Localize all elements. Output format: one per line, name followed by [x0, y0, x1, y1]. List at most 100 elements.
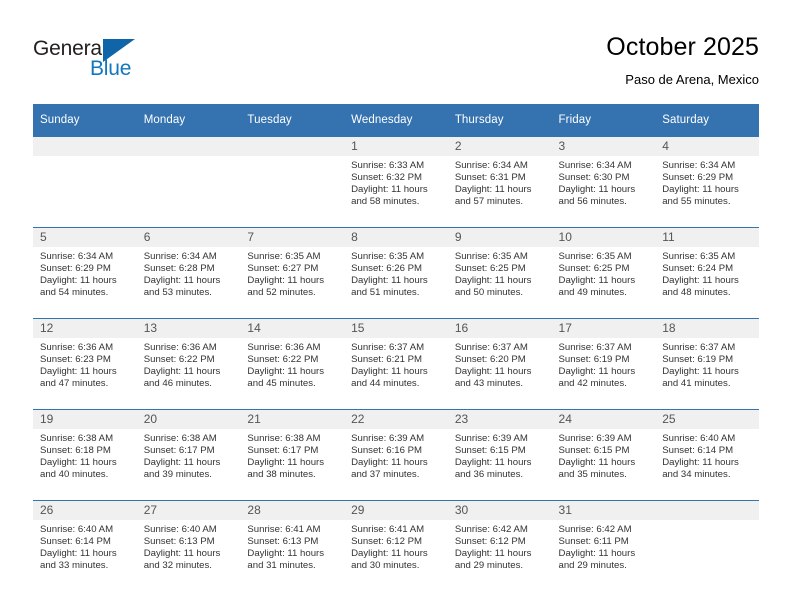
weekday-header-saturday: Saturday [655, 104, 759, 137]
daylight-text-line1: Daylight: 11 hours [454, 456, 532, 468]
sunrise-text: Sunrise: 6:37 AM [662, 342, 736, 353]
calendar-day-cell[interactable]: 22 Sunrise: 6:39 AM Sunset: 6:16 PM Dayligh… [344, 409, 448, 501]
day-cell-inner: 23 Sunrise: 6:39 AM Sunset: 6:15 PM Dayligh… [447, 410, 552, 500]
day-cell-inner: 21 Sunrise: 6:38 AM Sunset: 6:17 PM Dayligh… [240, 410, 345, 500]
daylight-text-line2: and 37 minutes. [351, 468, 420, 480]
calendar-day-cell[interactable]: 7 Sunrise: 6:35 AM Sunset: 6:27 PM Daylight… [240, 227, 345, 319]
daylight-text-line1: Daylight: 11 hours [558, 547, 636, 559]
daylight-text-line1: Daylight: 11 hours [351, 547, 428, 559]
sunset-text: Sunset: 6:14 PM [662, 444, 734, 456]
day-cell-details: Sunrise: 6:34 AM Sunset: 6:28 PM Daylight:… [137, 247, 241, 299]
calendar-day-cell[interactable]: 6 Sunrise: 6:34 AM Sunset: 6:28 PM Daylight… [136, 227, 241, 319]
day-cell-details: Sunrise: 6:41 AM Sunset: 6:12 PM Daylight:… [344, 520, 448, 572]
calendar-day-cell[interactable]: 24 Sunrise: 6:39 AM Sunset: 6:15 PM Dayligh… [551, 409, 656, 501]
weekday-header-wednesday: Wednesday [344, 104, 448, 137]
daylight-text-line1: Daylight: 11 hours [40, 365, 117, 377]
day-number: 4 [655, 137, 759, 156]
calendar-day-cell[interactable]: 17 Sunrise: 6:37 AM Sunset: 6:19 PM Dayligh… [551, 318, 656, 410]
calendar-day-cell[interactable]: 21 Sunrise: 6:38 AM Sunset: 6:17 PM Dayligh… [240, 409, 345, 501]
calendar-week-row: 12 Sunrise: 6:36 AM Sunset: 6:23 PM Dayligh… [33, 318, 759, 410]
daylight-text-line2: and 39 minutes. [143, 468, 212, 480]
weekday-header-thursday: Thursday [447, 104, 552, 137]
day-cell-details: Sunrise: 6:39 AM Sunset: 6:16 PM Daylight:… [344, 429, 448, 481]
sunset-text: Sunset: 6:31 PM [454, 171, 526, 183]
day-number: 23 [447, 410, 552, 429]
calendar-day-cell[interactable]: 18 Sunrise: 6:37 AM Sunset: 6:19 PM Dayligh… [655, 318, 759, 410]
calendar-day-cell[interactable]: 14 Sunrise: 6:36 AM Sunset: 6:22 PM Dayligh… [240, 318, 345, 410]
calendar-day-cell[interactable]: 29 Sunrise: 6:41 AM Sunset: 6:12 PM Dayligh… [344, 500, 448, 591]
calendar-day-cell[interactable]: 30 Sunrise: 6:42 AM Sunset: 6:12 PM Dayligh… [447, 500, 552, 591]
day-cell-inner: 10 Sunrise: 6:35 AM Sunset: 6:25 PM Dayligh… [551, 228, 656, 318]
day-cell-inner: 31 Sunrise: 6:42 AM Sunset: 6:11 PM Dayligh… [551, 501, 656, 591]
daylight-text-line2: and 38 minutes. [247, 468, 316, 480]
calendar-day-cell[interactable]: 4 Sunrise: 6:34 AM Sunset: 6:29 PM Daylight… [655, 136, 759, 228]
generalblue-logo[interactable]: General Blue [33, 36, 163, 84]
sunset-text: Sunset: 6:16 PM [351, 444, 423, 456]
day-cell-inner [655, 501, 759, 591]
sunrise-text: Sunrise: 6:34 AM [558, 160, 632, 171]
day-cell-inner: 13 Sunrise: 6:36 AM Sunset: 6:22 PM Dayligh… [136, 319, 241, 409]
daylight-text-line2: and 29 minutes. [558, 559, 627, 571]
day-cell-details: Sunrise: 6:37 AM Sunset: 6:19 PM Daylight:… [552, 338, 656, 390]
calendar-day-cell[interactable]: 5 Sunrise: 6:34 AM Sunset: 6:29 PM Daylight… [33, 227, 137, 319]
day-cell-details: Sunrise: 6:41 AM Sunset: 6:13 PM Daylight:… [240, 520, 344, 572]
calendar-day-cell[interactable]: 16 Sunrise: 6:37 AM Sunset: 6:20 PM Dayligh… [447, 318, 552, 410]
daylight-text-line2: and 30 minutes. [351, 559, 420, 571]
day-cell-inner: 22 Sunrise: 6:39 AM Sunset: 6:16 PM Dayligh… [344, 410, 448, 500]
calendar-day-cell[interactable]: 11 Sunrise: 6:35 AM Sunset: 6:24 PM Dayligh… [655, 227, 759, 319]
sunrise-text: Sunrise: 6:35 AM [558, 251, 632, 262]
daylight-text-line2: and 40 minutes. [40, 468, 109, 480]
calendar-day-cell[interactable]: 15 Sunrise: 6:37 AM Sunset: 6:21 PM Dayligh… [344, 318, 448, 410]
daylight-text-line1: Daylight: 11 hours [351, 456, 428, 468]
day-cell-inner: 25 Sunrise: 6:40 AM Sunset: 6:14 PM Dayligh… [655, 410, 759, 500]
sunrise-text: Sunrise: 6:40 AM [662, 433, 736, 444]
calendar-day-cell[interactable]: 8 Sunrise: 6:35 AM Sunset: 6:26 PM Daylight… [344, 227, 448, 319]
calendar-day-cell[interactable]: 13 Sunrise: 6:36 AM Sunset: 6:22 PM Dayligh… [136, 318, 241, 410]
daylight-text-line1: Daylight: 11 hours [454, 365, 532, 377]
daylight-text-line1: Daylight: 11 hours [143, 274, 221, 286]
calendar-day-cell[interactable]: 10 Sunrise: 6:35 AM Sunset: 6:25 PM Dayligh… [551, 227, 656, 319]
day-cell-inner: 11 Sunrise: 6:35 AM Sunset: 6:24 PM Dayligh… [655, 228, 759, 318]
sunrise-text: Sunrise: 6:39 AM [558, 433, 632, 444]
calendar-day-cell[interactable]: 31 Sunrise: 6:42 AM Sunset: 6:11 PM Dayligh… [551, 500, 656, 591]
calendar-day-cell[interactable]: 20 Sunrise: 6:38 AM Sunset: 6:17 PM Dayligh… [136, 409, 241, 501]
calendar-day-cell[interactable]: 25 Sunrise: 6:40 AM Sunset: 6:14 PM Dayligh… [655, 409, 759, 501]
day-number: 22 [344, 410, 448, 429]
sunset-text: Sunset: 6:26 PM [351, 262, 423, 274]
calendar-day-cell[interactable]: 2 Sunrise: 6:34 AM Sunset: 6:31 PM Daylight… [447, 136, 552, 228]
day-cell-inner: 16 Sunrise: 6:37 AM Sunset: 6:20 PM Dayligh… [447, 319, 552, 409]
calendar-day-cell[interactable]: 19 Sunrise: 6:38 AM Sunset: 6:18 PM Dayligh… [33, 409, 137, 501]
day-cell-inner: 9 Sunrise: 6:35 AM Sunset: 6:25 PM Daylight… [447, 228, 552, 318]
daylight-text-line2: and 43 minutes. [454, 377, 524, 389]
daylight-text-line2: and 33 minutes. [40, 559, 109, 571]
day-number: 29 [344, 501, 448, 520]
calendar-day-cell[interactable]: 26 Sunrise: 6:40 AM Sunset: 6:14 PM Dayligh… [33, 500, 137, 591]
daylight-text-line1: Daylight: 11 hours [143, 456, 221, 468]
day-cell-details: Sunrise: 6:36 AM Sunset: 6:23 PM Daylight:… [33, 338, 137, 390]
calendar-day-cell[interactable]: 27 Sunrise: 6:40 AM Sunset: 6:13 PM Dayligh… [136, 500, 241, 591]
daylight-text-line2: and 44 minutes. [351, 377, 420, 389]
day-cell-inner: 15 Sunrise: 6:37 AM Sunset: 6:21 PM Dayligh… [344, 319, 448, 409]
sunrise-text: Sunrise: 6:35 AM [662, 251, 736, 262]
calendar-day-cell[interactable]: 3 Sunrise: 6:34 AM Sunset: 6:30 PM Daylight… [551, 136, 656, 228]
day-cell-inner [33, 137, 137, 227]
daylight-text-line2: and 32 minutes. [143, 559, 212, 571]
day-number: 27 [136, 501, 241, 520]
day-number [655, 501, 759, 520]
day-cell-details: Sunrise: 6:37 AM Sunset: 6:21 PM Daylight:… [344, 338, 448, 390]
calendar-day-cell[interactable]: 28 Sunrise: 6:41 AM Sunset: 6:13 PM Dayligh… [240, 500, 345, 591]
calendar-day-cell[interactable]: 1 Sunrise: 6:33 AM Sunset: 6:32 PM Daylight… [344, 136, 448, 228]
calendar-day-cell[interactable]: 12 Sunrise: 6:36 AM Sunset: 6:23 PM Dayligh… [33, 318, 137, 410]
daylight-text-line1: Daylight: 11 hours [351, 274, 428, 286]
day-number: 19 [33, 410, 137, 429]
daylight-text-line1: Daylight: 11 hours [558, 456, 636, 468]
daylight-text-line2: and 57 minutes. [454, 195, 524, 207]
day-cell-inner: 30 Sunrise: 6:42 AM Sunset: 6:12 PM Dayligh… [447, 501, 552, 591]
day-cell-details: Sunrise: 6:36 AM Sunset: 6:22 PM Daylight:… [137, 338, 241, 390]
page-title: October 2025 [606, 33, 759, 61]
day-number: 8 [344, 228, 448, 247]
calendar-day-cell[interactable]: 9 Sunrise: 6:35 AM Sunset: 6:25 PM Daylight… [447, 227, 552, 319]
calendar-day-cell[interactable]: 23 Sunrise: 6:39 AM Sunset: 6:15 PM Dayligh… [447, 409, 552, 501]
sunrise-text: Sunrise: 6:40 AM [40, 524, 114, 535]
day-cell-details: Sunrise: 6:35 AM Sunset: 6:25 PM Daylight:… [552, 247, 656, 299]
